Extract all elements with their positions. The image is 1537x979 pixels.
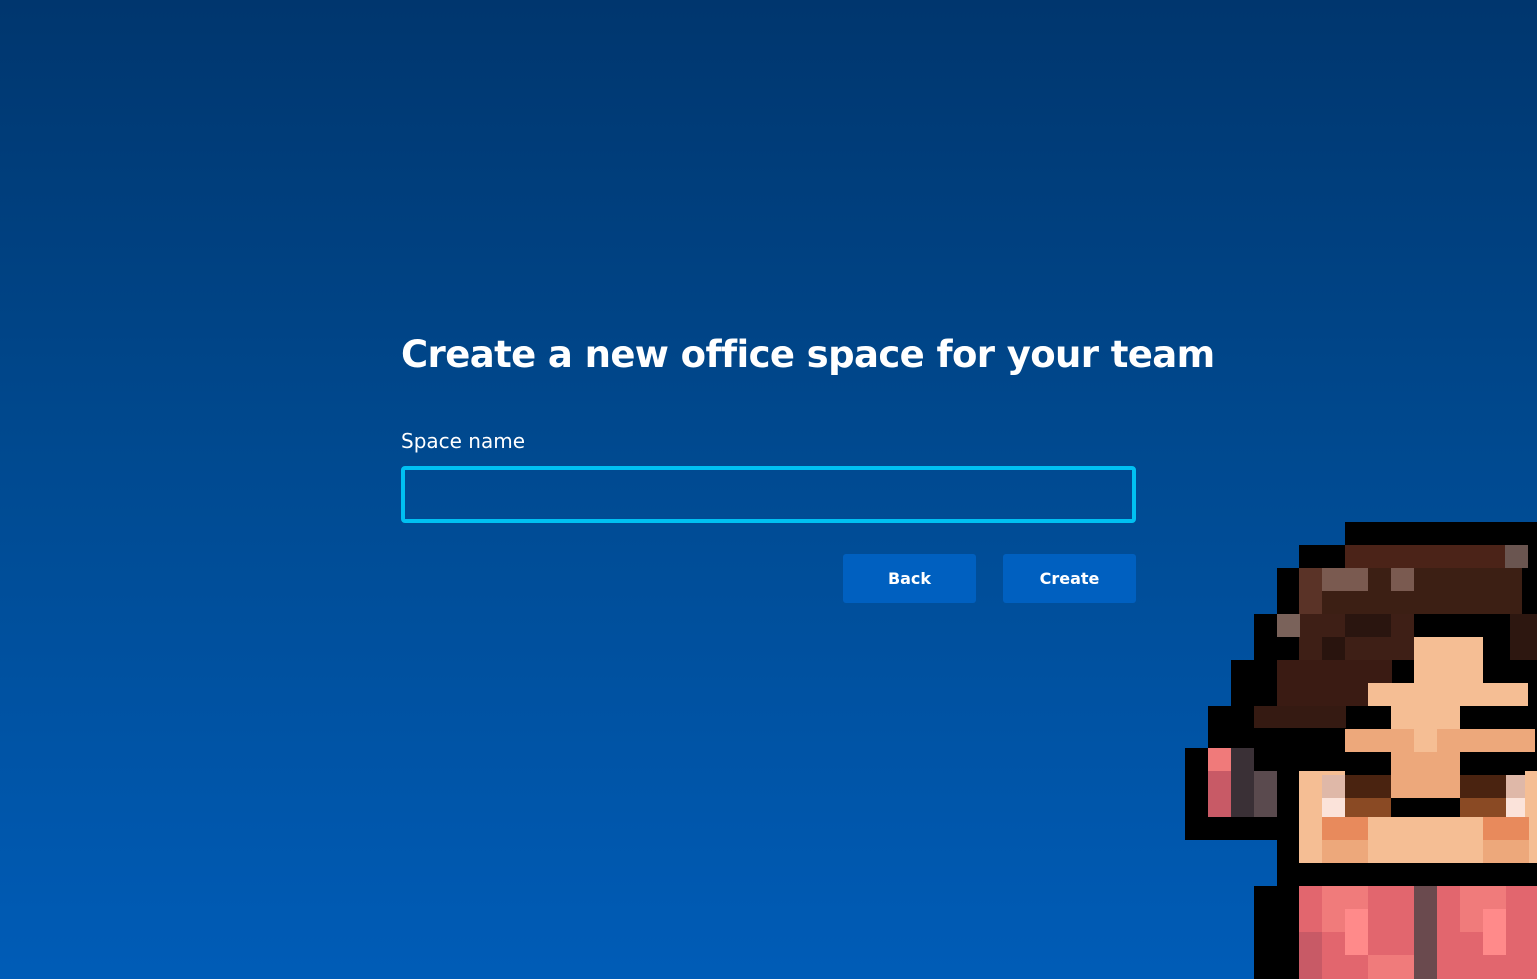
back-button[interactable]: Back <box>843 554 976 603</box>
create-button[interactable]: Create <box>1003 554 1136 603</box>
page-title: Create a new office space for your team <box>401 333 1215 376</box>
pixel-character-avatar-icon <box>1185 522 1537 979</box>
space-name-input[interactable] <box>401 466 1136 523</box>
space-name-label: Space name <box>401 429 526 453</box>
